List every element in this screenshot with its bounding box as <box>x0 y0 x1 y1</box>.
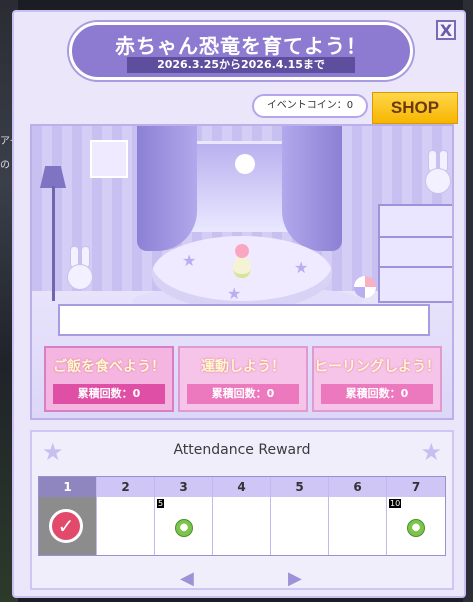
star-icon: ★ <box>182 251 197 270</box>
feed-count: 累積回数：0 <box>53 384 165 404</box>
star-icon: ★ <box>227 284 242 303</box>
rabbit-body <box>425 168 451 194</box>
moon-icon <box>235 154 255 174</box>
ball-icon <box>354 276 376 298</box>
event-title: 赤ちゃん恐竜を育てよう！ <box>115 34 367 58</box>
day-reward-slot <box>329 497 386 555</box>
nursery-room-scene: ★ ★ ★ ご飯を食べよう！ 累積回数：0 運動しよう！ 累積回数：0 ヒーリン… <box>30 124 454 420</box>
star-icon: ★ <box>294 258 309 277</box>
day-number: 7 <box>387 477 445 497</box>
attendance-day[interactable]: 6 <box>329 477 387 555</box>
attendance-title: Attendance Reward <box>173 442 311 458</box>
arrow-right-icon[interactable]: ▶ <box>288 570 308 588</box>
curtain-left <box>137 126 197 251</box>
message-box <box>58 304 430 336</box>
flower-picture-frame <box>90 140 128 178</box>
plush-rabbit-icon <box>64 246 94 290</box>
attendance-day[interactable]: 4 <box>213 477 271 555</box>
event-coin-counter: イベントコイン：0 <box>252 94 368 118</box>
attendance-panel: ★ ★ Attendance Reward 1 ✓ 2 3 5 ● 4 5 6 … <box>30 430 454 590</box>
day-number: 5 <box>271 477 328 497</box>
healing-label: ヒーリングしよう！ <box>314 359 440 375</box>
attendance-day[interactable]: 2 <box>97 477 155 555</box>
exercise-count: 累積回数：0 <box>187 384 299 404</box>
plush-rabbit-icon <box>422 150 452 194</box>
rabbit-body <box>67 264 93 290</box>
day-reward-slot <box>97 497 154 555</box>
green-coin-icon[interactable]: ● <box>407 519 425 537</box>
curtain-right <box>282 126 342 251</box>
dinosaur-head <box>235 244 249 258</box>
event-window: X 赤ちゃん恐竜を育てよう！ 2026.3.25から2026.4.15まで イベ… <box>12 10 466 598</box>
check-stamp-icon: ✓ <box>49 509 83 543</box>
healing-count: 累積回数：0 <box>321 384 433 404</box>
day-reward-slot: 5 ● <box>155 497 212 555</box>
exercise-button[interactable]: 運動しよう！ 累積回数：0 <box>178 346 308 412</box>
event-period: 2026.3.25から2026.4.15まで <box>127 57 355 73</box>
egg-shell <box>233 256 251 278</box>
attendance-day[interactable]: 1 ✓ <box>39 477 97 555</box>
day-reward-slot <box>271 497 328 555</box>
day-reward-slot <box>213 497 270 555</box>
reward-quantity: 5 <box>157 499 165 508</box>
attendance-day[interactable]: 7 10 ● <box>387 477 445 555</box>
attendance-day[interactable]: 5 <box>271 477 329 555</box>
day-number: 2 <box>97 477 154 497</box>
feed-label: ご飯を食べよう！ <box>53 359 165 375</box>
day-number: 6 <box>329 477 386 497</box>
day-reward-slot: 10 ● <box>387 497 445 555</box>
green-coin-icon[interactable]: ● <box>175 519 193 537</box>
attendance-grid: 1 ✓ 2 3 5 ● 4 5 6 7 10 ● <box>38 476 446 556</box>
feed-button[interactable]: ご飯を食べよう！ 累積回数：0 <box>44 346 174 412</box>
title-banner: 赤ちゃん恐竜を育てよう！ 2026.3.25から2026.4.15まで <box>69 22 413 80</box>
lamp-pole <box>52 186 55 301</box>
bookshelf <box>378 204 452 303</box>
arrow-left-icon[interactable]: ◀ <box>180 570 200 588</box>
shelf-divider <box>380 266 452 268</box>
reward-quantity: 10 <box>389 499 402 508</box>
attendance-day[interactable]: 3 5 ● <box>155 477 213 555</box>
day-number: 3 <box>155 477 212 497</box>
day-reward-slot: ✓ <box>39 497 96 555</box>
exercise-label: 運動しよう！ <box>201 359 285 375</box>
close-button[interactable]: X <box>436 20 456 40</box>
baby-dinosaur[interactable] <box>232 244 252 278</box>
healing-button[interactable]: ヒーリングしよう！ 累積回数：0 <box>312 346 442 412</box>
day-number: 4 <box>213 477 270 497</box>
day-number: 1 <box>39 477 96 497</box>
shelf-divider <box>380 236 452 238</box>
background-text: の <box>0 160 10 171</box>
shop-button[interactable]: SHOP <box>372 92 458 124</box>
